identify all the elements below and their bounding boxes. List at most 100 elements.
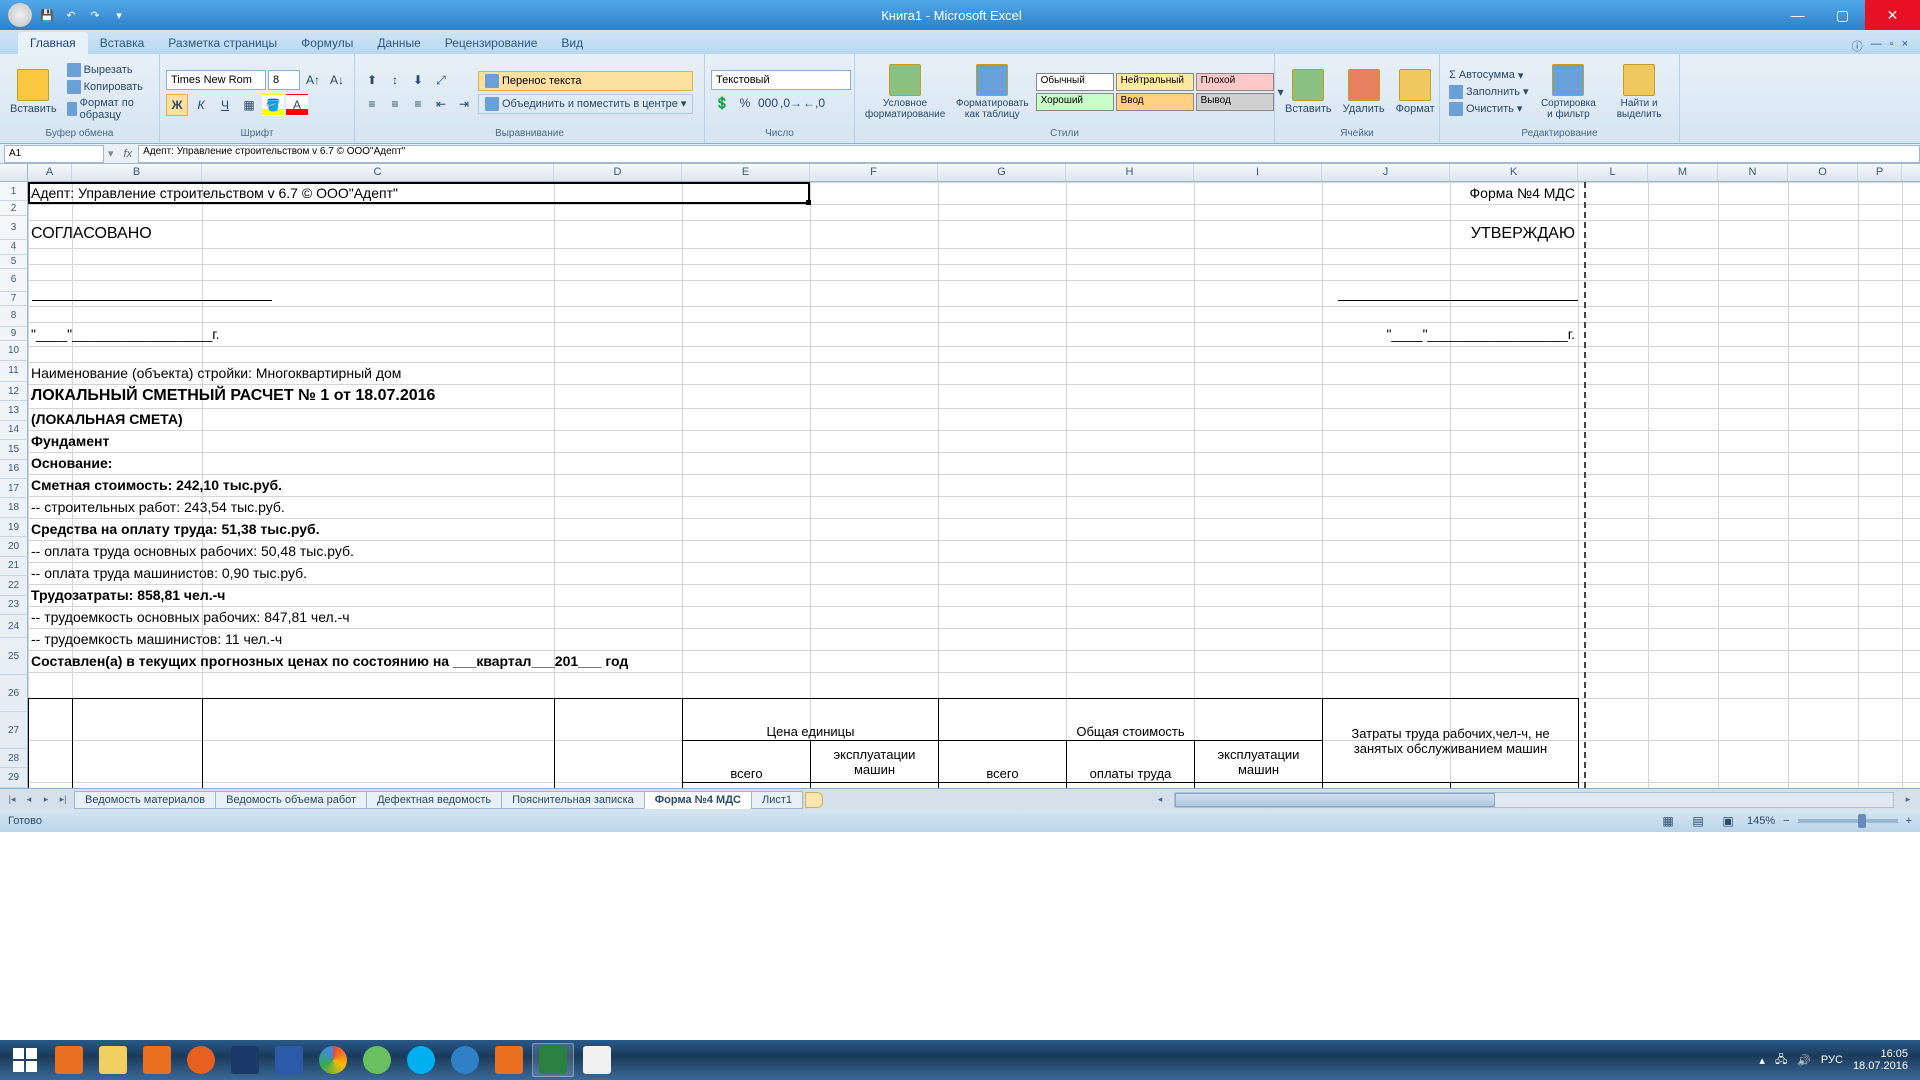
sheet-tab-6[interactable]: Лист1: [751, 791, 803, 809]
row-header-20[interactable]: 20: [0, 537, 28, 556]
increase-decimal-button[interactable]: ,0→: [780, 92, 802, 114]
style-normal[interactable]: Обычный: [1036, 73, 1114, 91]
row-header-28[interactable]: 28: [0, 749, 28, 768]
column-header-P[interactable]: P: [1858, 164, 1902, 181]
zoom-in-button[interactable]: +: [1906, 815, 1912, 827]
align-top-button[interactable]: ⬆: [361, 69, 383, 91]
cells-delete-button[interactable]: Удалить: [1339, 67, 1389, 117]
row-header-8[interactable]: 8: [0, 306, 28, 327]
name-box[interactable]: A1: [4, 145, 104, 163]
select-all-corner[interactable]: [0, 164, 28, 181]
increase-indent-button[interactable]: ⇥: [453, 93, 475, 115]
close-button[interactable]: ✕: [1865, 0, 1920, 30]
taskbar-word[interactable]: [268, 1043, 310, 1077]
fx-icon[interactable]: fx: [118, 148, 139, 160]
cells-area[interactable]: Адепт: Управление строительством v 6.7 ©…: [28, 182, 1920, 788]
font-family-combo[interactable]: Times New Rom: [166, 70, 266, 90]
autosum-button[interactable]: Σ Автосумма ▾: [1446, 68, 1532, 83]
border-button[interactable]: ▦: [238, 94, 260, 116]
conditional-format-button[interactable]: Условное форматирование: [861, 62, 949, 122]
taskbar-paint[interactable]: [576, 1043, 618, 1077]
copy-button[interactable]: Копировать: [64, 79, 153, 95]
maximize-button[interactable]: ▢: [1820, 0, 1865, 30]
row-header-14[interactable]: 14: [0, 421, 28, 440]
taskbar-app-2[interactable]: [136, 1043, 178, 1077]
start-button[interactable]: [4, 1043, 46, 1077]
column-header-K[interactable]: K: [1450, 164, 1578, 181]
row-header-13[interactable]: 13: [0, 401, 28, 420]
row-header-21[interactable]: 21: [0, 557, 28, 576]
cells-insert-button[interactable]: Вставить: [1281, 67, 1336, 117]
view-layout-button[interactable]: ▤: [1687, 810, 1709, 832]
taskbar-excel[interactable]: [532, 1043, 574, 1077]
namebox-dropdown-icon[interactable]: ▾: [104, 147, 118, 160]
font-size-combo[interactable]: 8: [268, 70, 300, 90]
ribbon-close-icon[interactable]: ×: [1902, 38, 1908, 54]
new-sheet-button[interactable]: [805, 792, 823, 808]
row-header-10[interactable]: 10: [0, 341, 28, 360]
tab-home[interactable]: Главная: [18, 32, 88, 54]
column-header-D[interactable]: D: [554, 164, 682, 181]
taskbar-photoshop[interactable]: [224, 1043, 266, 1077]
tray-language[interactable]: РУС: [1821, 1054, 1843, 1066]
style-input[interactable]: Ввод: [1116, 93, 1194, 111]
formula-input[interactable]: Адепт: Управление строительством v 6.7 ©…: [138, 145, 1920, 163]
qat-redo-icon[interactable]: ↷: [86, 6, 104, 24]
tray-show-hidden-icon[interactable]: ▴: [1759, 1054, 1765, 1067]
row-header-9[interactable]: 9: [0, 327, 28, 341]
prev-sheet-button[interactable]: ◂: [21, 792, 37, 808]
style-output[interactable]: Вывод: [1196, 93, 1274, 111]
decrease-decimal-button[interactable]: ←,0: [803, 92, 825, 114]
taskbar-thunderbird[interactable]: [444, 1043, 486, 1077]
tab-review[interactable]: Рецензирование: [433, 32, 550, 54]
column-header-I[interactable]: I: [1194, 164, 1322, 181]
bold-button[interactable]: Ж: [166, 94, 188, 116]
last-sheet-button[interactable]: ▸|: [55, 792, 71, 808]
qat-save-icon[interactable]: 💾: [38, 6, 56, 24]
spreadsheet-grid[interactable]: ABCDEFGHIJKLMNOP 12345678910111213141516…: [0, 164, 1920, 788]
orientation-button[interactable]: ⤢: [430, 69, 452, 91]
tab-insert[interactable]: Вставка: [88, 32, 157, 54]
column-header-J[interactable]: J: [1322, 164, 1450, 181]
font-color-button[interactable]: A: [286, 94, 308, 116]
italic-button[interactable]: К: [190, 94, 212, 116]
row-header-16[interactable]: 16: [0, 460, 28, 479]
sheet-tab-2[interactable]: Ведомость объема работ: [215, 791, 367, 809]
hscroll-left-button[interactable]: ◂: [1152, 792, 1168, 808]
sheet-tab-3[interactable]: Дефектная ведомость: [366, 791, 502, 809]
column-header-B[interactable]: B: [72, 164, 202, 181]
row-header-2[interactable]: 2: [0, 201, 28, 215]
row-header-11[interactable]: 11: [0, 361, 28, 382]
underline-button[interactable]: Ч: [214, 94, 236, 116]
qat-undo-icon[interactable]: ↶: [62, 6, 80, 24]
minimize-button[interactable]: —: [1775, 0, 1820, 30]
row-header-22[interactable]: 22: [0, 576, 28, 595]
align-bottom-button[interactable]: ⬇: [407, 69, 429, 91]
sort-filter-button[interactable]: Сортировка и фильтр: [1535, 62, 1603, 122]
sheet-tab-4[interactable]: Пояснительная записка: [501, 791, 645, 809]
row-header-4[interactable]: 4: [0, 240, 28, 254]
tab-view[interactable]: Вид: [549, 32, 595, 54]
align-center-button[interactable]: ≡: [384, 93, 406, 115]
format-as-table-button[interactable]: Форматировать как таблицу: [952, 62, 1033, 122]
column-header-M[interactable]: M: [1648, 164, 1718, 181]
cells-format-button[interactable]: Формат: [1392, 67, 1439, 117]
taskbar-firefox[interactable]: [180, 1043, 222, 1077]
cut-button[interactable]: Вырезать: [64, 62, 153, 78]
row-header-12[interactable]: 12: [0, 382, 28, 401]
merge-center-button[interactable]: Объединить и поместить в центре ▾: [478, 94, 693, 114]
column-header-L[interactable]: L: [1578, 164, 1648, 181]
style-bad[interactable]: Плохой: [1196, 73, 1274, 91]
zoom-out-button[interactable]: −: [1783, 815, 1789, 827]
paste-button[interactable]: Вставить: [6, 67, 61, 117]
format-painter-button[interactable]: Формат по образцу: [64, 96, 153, 122]
style-neutral[interactable]: Нейтральный: [1116, 73, 1194, 91]
row-header-17[interactable]: 17: [0, 479, 28, 498]
office-button[interactable]: [8, 3, 32, 27]
clear-button[interactable]: Очистить ▾: [1446, 101, 1532, 117]
row-header-23[interactable]: 23: [0, 596, 28, 615]
qat-dropdown-icon[interactable]: ▾: [110, 6, 128, 24]
taskbar-app-3[interactable]: [356, 1043, 398, 1077]
column-header-G[interactable]: G: [938, 164, 1066, 181]
taskbar-app-4[interactable]: [488, 1043, 530, 1077]
